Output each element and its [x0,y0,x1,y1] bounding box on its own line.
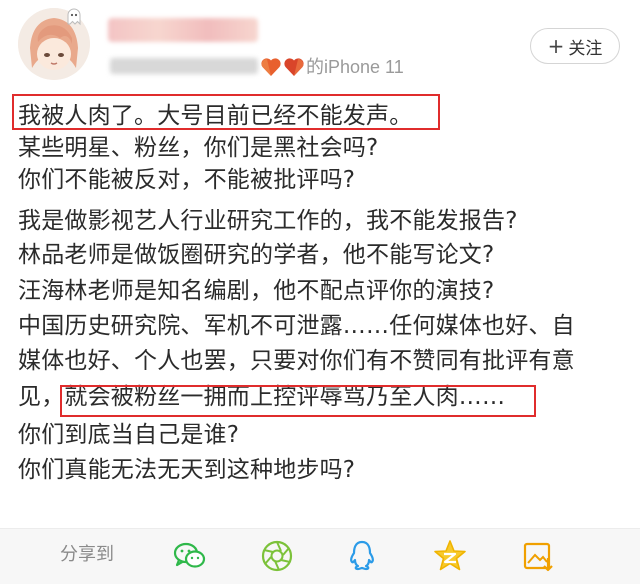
highlight-box [60,385,536,417]
follow-button[interactable]: + 关注 [530,28,620,64]
post-line: 汪海林老师是知名编剧，他不配点评你的演技? [18,278,495,304]
post-line: 你们真能无法无天到这种地步吗? [18,457,356,483]
post-line: 林品老师是做饭圈研究的学者，他不能写论文? [18,242,495,268]
heart-badges [260,56,305,78]
plus-icon: + [547,34,565,58]
heart-icon [284,58,304,76]
share-bar: 分享到 [0,528,640,584]
post-line: 我是做影视艺人行业研究工作的，我不能发报告? [18,208,518,234]
post-time-blurred [110,58,258,74]
ghost-icon [64,6,84,26]
qzone-icon[interactable] [430,537,470,575]
post-line: 某些明星、粉丝，你们是黑社会吗? [18,135,379,161]
highlight-box [12,94,440,130]
save-image-icon[interactable] [518,537,558,575]
follow-label: 关注 [568,38,603,59]
qq-icon[interactable] [342,537,382,575]
username-blurred[interactable] [108,18,258,42]
share-label: 分享到 [60,544,114,565]
post-header: 的iPhone 11 + 关注 [0,0,640,88]
post-line: 你们到底当自己是谁? [18,422,240,448]
heart-icon [261,58,281,76]
post-line: 媒体也好、个人也罢，只要对你们有不赞同有批评有意 [18,348,575,374]
post-line: 中国历史研究院、军机不可泄露……任何媒体也好、自 [18,313,575,339]
wechat-icon[interactable] [170,537,210,575]
device-label: 的iPhone 11 [306,57,404,77]
post-line: 你们不能被反对，不能被批评吗? [18,167,356,193]
moments-icon[interactable] [257,537,297,575]
